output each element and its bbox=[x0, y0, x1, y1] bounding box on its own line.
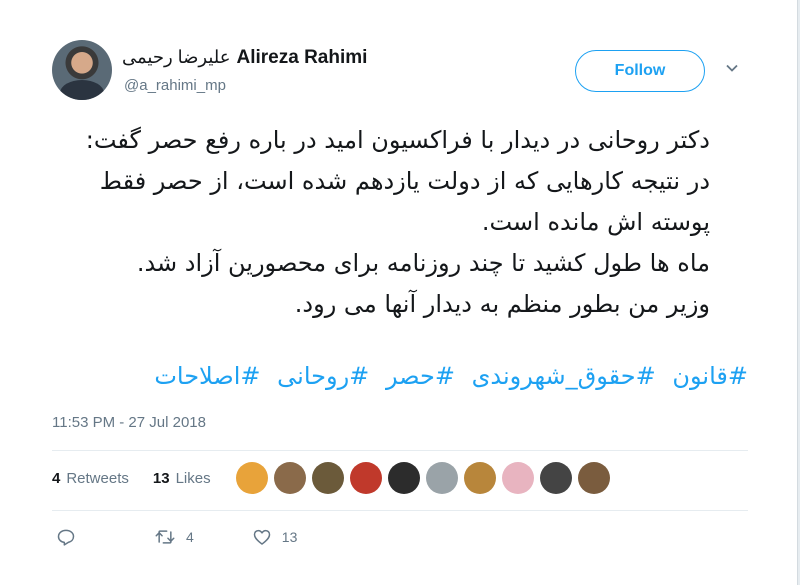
tweet-card: علیرضا رحیمی Alireza Rahimi @a_rahimi_mp… bbox=[0, 0, 798, 585]
tweet-text: دکتر روحانی در دیدار با فراکسیون امید در… bbox=[60, 120, 710, 325]
hashtag-row: #قانون #حقوق_شهروندی #حصر #روحانی #اصلاح… bbox=[60, 362, 748, 390]
liker-avatar[interactable] bbox=[578, 462, 610, 494]
author-avatar[interactable] bbox=[52, 40, 112, 100]
reply-icon bbox=[57, 529, 75, 546]
tweet-actions: 4 13 bbox=[52, 527, 297, 547]
tweet-line: ماه ها طول کشید تا چند روزنامه برای محصو… bbox=[136, 249, 710, 277]
follow-button[interactable]: Follow bbox=[575, 50, 705, 92]
liker-avatar[interactable] bbox=[502, 462, 534, 494]
retweet-icon bbox=[155, 530, 175, 544]
retweet-button[interactable]: 4 bbox=[154, 527, 194, 547]
author-name-fa[interactable]: علیرضا رحیمی bbox=[122, 47, 231, 68]
liker-avatar[interactable] bbox=[388, 462, 420, 494]
tweet-timestamp[interactable]: 11:53 PM - 27 Jul 2018 bbox=[52, 414, 206, 431]
liker-avatar[interactable] bbox=[540, 462, 572, 494]
hashtag-link[interactable]: #قانون bbox=[672, 362, 748, 390]
retweets-label[interactable]: Retweets bbox=[66, 470, 129, 487]
like-count: 13 bbox=[281, 529, 298, 545]
divider bbox=[52, 450, 748, 451]
liker-avatar[interactable] bbox=[426, 462, 458, 494]
tweet-line: وزیر من بطور منظم به دیدار آنها می رود. bbox=[294, 290, 710, 318]
chevron-down-icon[interactable] bbox=[726, 62, 738, 74]
hashtag-link[interactable]: #روحانی bbox=[277, 362, 369, 390]
tweet-stats: 4 Retweets 13 Likes bbox=[52, 470, 211, 487]
heart-icon bbox=[253, 529, 271, 545]
author-name-en[interactable]: Alireza Rahimi bbox=[237, 47, 368, 69]
hashtag-link[interactable]: #حقوق_شهروندی bbox=[472, 362, 656, 390]
author-name-row[interactable]: علیرضا رحیمی Alireza Rahimi bbox=[122, 47, 367, 69]
hashtag-link[interactable]: #حصر bbox=[386, 362, 455, 390]
like-button[interactable]: 13 bbox=[252, 527, 298, 547]
liker-avatar[interactable] bbox=[274, 462, 306, 494]
author-handle[interactable]: @a_rahimi_mp bbox=[124, 77, 226, 94]
hashtag-link[interactable]: #اصلاحات bbox=[154, 362, 260, 390]
retweets-count[interactable]: 4 bbox=[52, 470, 60, 487]
liker-avatars bbox=[236, 462, 610, 494]
retweet-count: 4 bbox=[186, 529, 194, 545]
tweet-line: دکتر روحانی در دیدار با فراکسیون امید در… bbox=[85, 126, 710, 236]
liker-avatar[interactable] bbox=[312, 462, 344, 494]
likes-count[interactable]: 13 bbox=[153, 470, 170, 487]
liker-avatar[interactable] bbox=[236, 462, 268, 494]
reply-button[interactable] bbox=[56, 527, 76, 547]
liker-avatar[interactable] bbox=[464, 462, 496, 494]
liker-avatar[interactable] bbox=[350, 462, 382, 494]
likes-label[interactable]: Likes bbox=[176, 470, 211, 487]
divider bbox=[52, 510, 748, 511]
